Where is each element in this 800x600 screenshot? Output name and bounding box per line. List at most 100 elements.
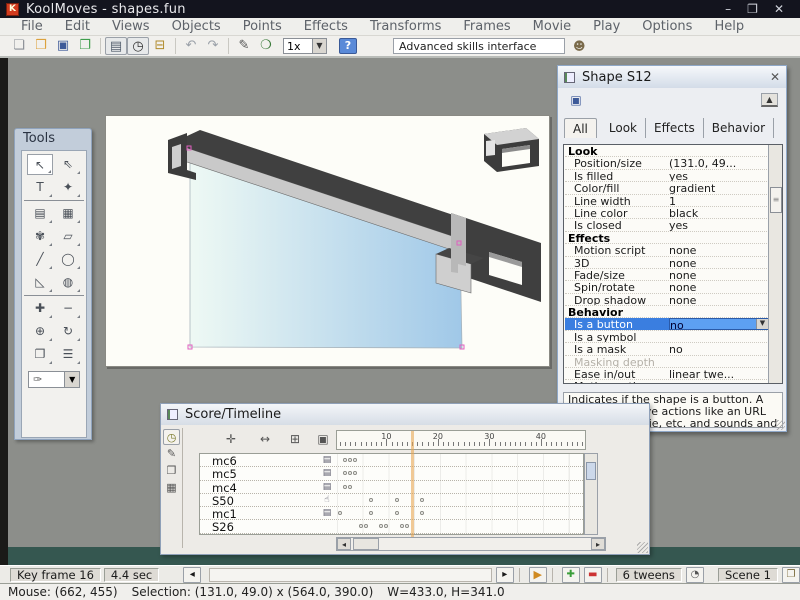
row-name[interactable]: mc4 bbox=[200, 481, 317, 493]
property-row[interactable]: Is closedyes bbox=[565, 219, 769, 231]
pencil-icon[interactable]: ✎ bbox=[163, 446, 180, 462]
resize-grip[interactable] bbox=[637, 542, 648, 553]
keyframe-dot[interactable] bbox=[395, 498, 399, 502]
keyframe-dot[interactable] bbox=[343, 471, 347, 475]
paint-tool[interactable]: ✾ bbox=[27, 226, 53, 247]
subselect-tool[interactable]: ⇖ bbox=[55, 154, 81, 175]
property-row[interactable]: Fade/sizenone bbox=[565, 269, 769, 281]
menu-points[interactable]: Points bbox=[232, 19, 293, 34]
property-row[interactable]: Is filledyes bbox=[565, 170, 769, 182]
add-frame-button[interactable]: ✚ bbox=[562, 567, 580, 583]
property-value[interactable]: none bbox=[669, 380, 769, 384]
tool-mode-combo[interactable]: ✑▼ bbox=[28, 371, 80, 388]
frames-track[interactable] bbox=[337, 507, 583, 519]
zoom-level-combo[interactable]: 1x ▼ bbox=[283, 38, 327, 54]
line-tool[interactable]: ╱ bbox=[27, 249, 53, 270]
keyframe-dot[interactable] bbox=[348, 485, 352, 489]
frame-scrollbar-track[interactable] bbox=[209, 568, 492, 582]
menu-objects[interactable]: Objects bbox=[161, 19, 232, 34]
drawing-canvas[interactable] bbox=[105, 115, 550, 367]
keyframe-dot[interactable] bbox=[379, 524, 383, 528]
timeline-row-mc4[interactable]: mc4▤ bbox=[200, 481, 583, 494]
copy-icon[interactable]: ❐ bbox=[163, 463, 180, 479]
keyframe-dot[interactable] bbox=[338, 511, 342, 515]
clock-icon[interactable]: ◷ bbox=[163, 429, 180, 445]
frames-track[interactable] bbox=[337, 494, 583, 506]
keyframe-dot[interactable] bbox=[364, 524, 368, 528]
keyframe-dot[interactable] bbox=[395, 511, 399, 515]
frame-scroll-left-button[interactable]: ◂ bbox=[183, 567, 201, 583]
play-button[interactable]: ▶ bbox=[529, 567, 547, 583]
timeline-row-S26[interactable]: S26 bbox=[200, 520, 583, 533]
scrollbar-thumb[interactable] bbox=[770, 187, 782, 213]
row-name[interactable]: S50 bbox=[200, 494, 317, 506]
menu-file[interactable]: File bbox=[10, 19, 54, 34]
shape-panel-titlebar[interactable]: Shape S12 ✕ bbox=[558, 66, 786, 88]
frames-track[interactable] bbox=[337, 467, 583, 479]
property-grid-scrollbar[interactable] bbox=[768, 145, 782, 383]
timeline-vscrollbar[interactable] bbox=[584, 453, 598, 535]
property-value[interactable]: no▼ bbox=[669, 318, 769, 329]
keyframe-dot[interactable] bbox=[369, 511, 373, 515]
skill-level-combo[interactable]: Advanced skills interface bbox=[393, 38, 565, 54]
timeline-hscrollbar[interactable]: ◂ ▸ bbox=[336, 537, 606, 551]
keyframe-dot[interactable] bbox=[384, 524, 388, 528]
menu-effects[interactable]: Effects bbox=[293, 19, 359, 34]
keyframe-dot[interactable] bbox=[420, 498, 424, 502]
arrow-tool[interactable]: ↖ bbox=[27, 154, 53, 175]
order-tool[interactable]: ☰ bbox=[55, 344, 81, 365]
timeline-row-S50[interactable]: S50☝ bbox=[200, 494, 583, 507]
timeline-row-mc1[interactable]: mc1▤ bbox=[200, 507, 583, 520]
property-value[interactable]: no bbox=[669, 343, 769, 354]
frame-scroll-right-button[interactable]: ▸ bbox=[496, 567, 514, 583]
close-button[interactable]: ✕ bbox=[774, 2, 784, 16]
timeline-clock-icon[interactable]: ◷ bbox=[127, 37, 149, 55]
scroll-right-button[interactable]: ▸ bbox=[591, 538, 605, 550]
menu-help[interactable]: Help bbox=[703, 19, 755, 34]
tab-behavior[interactable]: Behavior bbox=[704, 118, 774, 138]
keyframe-dot[interactable] bbox=[348, 458, 352, 462]
menu-edit[interactable]: Edit bbox=[54, 19, 101, 34]
open-folder-icon[interactable]: ❒ bbox=[30, 37, 52, 55]
property-value[interactable]: black bbox=[669, 207, 769, 218]
scrollbar-thumb[interactable] bbox=[353, 538, 379, 550]
property-row[interactable]: Spin/rotatenone bbox=[565, 281, 769, 293]
property-value[interactable] bbox=[669, 356, 769, 367]
save-icon[interactable]: ▣ bbox=[52, 37, 74, 55]
scene-button[interactable]: ❐ bbox=[782, 567, 800, 583]
row-name[interactable]: S26 bbox=[200, 520, 317, 532]
tab-effects[interactable]: Effects bbox=[646, 118, 704, 138]
add-key-icon[interactable]: ✛ bbox=[221, 432, 241, 448]
rotate-tool[interactable]: ↻ bbox=[55, 321, 81, 342]
keyframe-dot[interactable] bbox=[343, 485, 347, 489]
help-button[interactable]: ? bbox=[339, 38, 357, 54]
stretch-icon[interactable]: ↔ bbox=[255, 432, 275, 448]
frame-ruler[interactable]: 10203040 bbox=[336, 430, 586, 450]
property-row[interactable]: 3Dnone bbox=[565, 257, 769, 269]
menu-movie[interactable]: Movie bbox=[522, 19, 582, 34]
group-tool[interactable]: ❐ bbox=[27, 344, 53, 365]
property-row[interactable]: Drop shadownone bbox=[565, 294, 769, 306]
scrollbar-thumb[interactable] bbox=[586, 462, 596, 480]
save-timeline-icon[interactable]: ▣ bbox=[313, 432, 333, 448]
shape-tool[interactable]: ▱ bbox=[55, 226, 81, 247]
grid-icon[interactable]: ▦ bbox=[163, 480, 180, 496]
playhead-marker[interactable] bbox=[411, 431, 414, 537]
property-value[interactable]: none bbox=[669, 281, 769, 292]
keyframe-dot[interactable] bbox=[348, 471, 352, 475]
menu-transforms[interactable]: Transforms bbox=[359, 19, 452, 34]
property-value[interactable]: none bbox=[669, 257, 769, 268]
property-value[interactable]: linear twe... bbox=[669, 368, 769, 379]
property-row[interactable]: Ease in/outlinear twe... bbox=[565, 368, 769, 380]
chevron-down-icon[interactable]: ▼ bbox=[65, 371, 80, 388]
draw-icon[interactable]: ✎ bbox=[233, 37, 255, 55]
notes-icon[interactable]: ▤ bbox=[105, 37, 127, 55]
property-row[interactable]: Position/size(131.0, 49... bbox=[565, 157, 769, 169]
center-point-tool[interactable]: ⊕ bbox=[27, 321, 53, 342]
panel-save-icon[interactable]: ▣ bbox=[568, 93, 584, 108]
keyframe-dot[interactable] bbox=[400, 524, 404, 528]
redo-icon[interactable]: ↷ bbox=[202, 37, 224, 55]
tab-all[interactable]: All bbox=[564, 118, 597, 138]
property-value[interactable]: yes bbox=[669, 219, 769, 230]
keyframe-dot[interactable] bbox=[405, 524, 409, 528]
